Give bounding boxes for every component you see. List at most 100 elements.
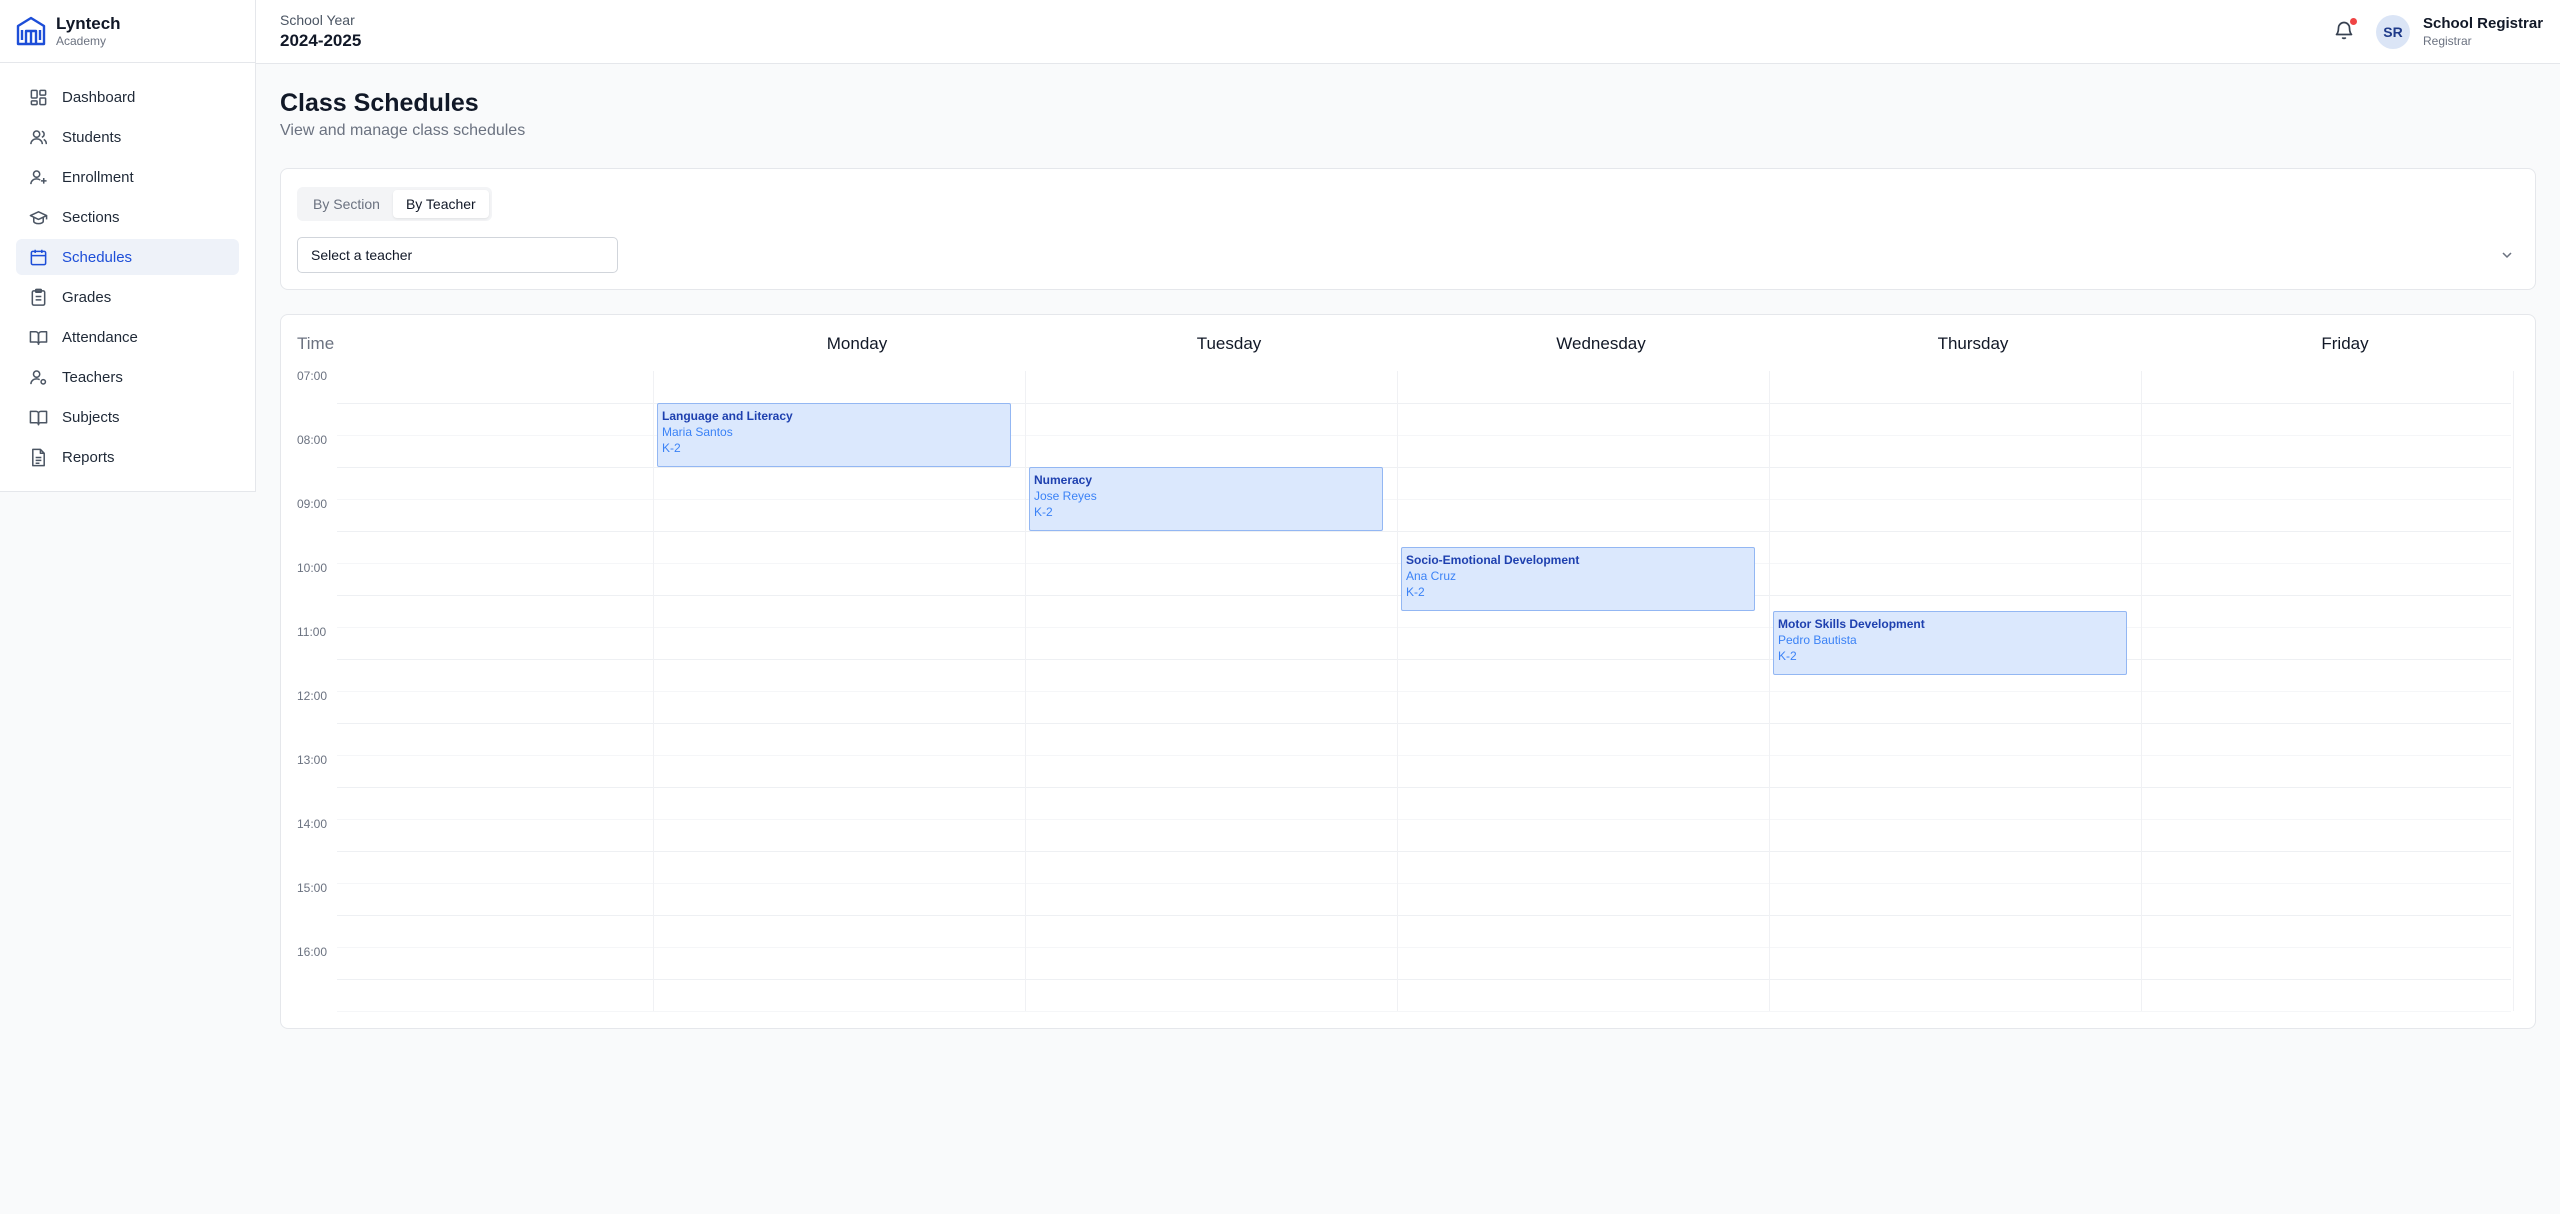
page-title: Class Schedules [280, 89, 479, 117]
event-teacher: Pedro Bautista [1778, 633, 1857, 647]
hour-label: 13:00 [297, 753, 328, 767]
dashboard-icon [28, 87, 48, 107]
sidebar-item-label: Reports [62, 448, 115, 466]
user-role: Registrar [2423, 34, 2472, 48]
top-bar: School Year 2024-2025 SR School Registra… [256, 0, 2560, 64]
hour-label: 10:00 [297, 561, 328, 575]
sidebar-item-dashboard[interactable]: Dashboard [16, 79, 239, 115]
schedule-event[interactable]: Socio-Emotional Development Ana Cruz K-2 [1401, 547, 1755, 611]
day-header-wednesday: Wednesday [1556, 334, 1646, 353]
hour-label: 15:00 [297, 881, 328, 895]
file-text-icon [28, 447, 48, 467]
sidebar-item-reports[interactable]: Reports [16, 439, 239, 475]
calendar-icon [28, 247, 48, 267]
event-teacher: Maria Santos [662, 425, 733, 439]
sidebar-item-sections[interactable]: Sections [16, 199, 239, 235]
chevron-down-icon[interactable] [2499, 247, 2515, 263]
notification-dot [2350, 18, 2357, 25]
hour-gridline [337, 691, 2511, 692]
sidebar-item-label: Schedules [62, 248, 133, 266]
day-divider [1397, 371, 1398, 1011]
day-divider [1769, 371, 1770, 1011]
brand[interactable]: Lyntech Academy [0, 0, 255, 63]
page-subtitle: View and manage class schedules [280, 122, 526, 139]
event-grade: K-2 [1034, 505, 1053, 519]
event-grade: K-2 [662, 441, 681, 455]
teacher-select[interactable]: Select a teacher [297, 237, 618, 273]
clipboard-icon [28, 287, 48, 307]
schedule-event[interactable]: Numeracy Jose Reyes K-2 [1029, 467, 1383, 531]
half-hour-gridline [337, 467, 2511, 468]
brand-sub: Academy [56, 34, 107, 48]
sidebar-nav: Dashboard Students Enrollment Sections S… [0, 63, 255, 495]
sidebar-item-label: Dashboard [62, 88, 136, 106]
user-plus-icon [28, 167, 48, 187]
sidebar-item-label: Students [62, 128, 122, 146]
sidebar-item-subjects[interactable]: Subjects [16, 399, 239, 435]
event-teacher: Jose Reyes [1034, 489, 1097, 503]
hour-gridline [337, 1011, 2511, 1012]
user-cog-icon [28, 367, 48, 387]
day-header-tuesday: Tuesday [1196, 334, 1262, 353]
hour-gridline [337, 819, 2511, 820]
sidebar-item-label: Subjects [62, 408, 120, 426]
day-divider [1025, 371, 1026, 1011]
sidebar-item-enrollment[interactable]: Enrollment [16, 159, 239, 195]
sidebar-item-schedules[interactable]: Schedules [16, 239, 239, 275]
book-open-icon [28, 327, 48, 347]
hour-label: 07:00 [297, 369, 328, 383]
day-divider [653, 371, 654, 1011]
event-grade: K-2 [1406, 585, 1425, 599]
hour-gridline [337, 755, 2511, 756]
sidebar-item-label: Sections [62, 208, 120, 226]
sidebar-item-label: Attendance [62, 328, 138, 346]
schedule-calendar: Time Monday Tuesday Wednesday Thursday Frida… [280, 314, 2536, 1029]
event-teacher: Ana Cruz [1406, 569, 1457, 583]
hour-gridline [337, 627, 2511, 628]
hour-label: 16:00 [297, 945, 328, 959]
tab-by-teacher[interactable]: By Teacher [392, 190, 489, 218]
half-hour-gridline [337, 787, 2511, 788]
half-hour-gridline [337, 915, 2511, 916]
graduation-cap-icon [28, 207, 48, 227]
half-hour-gridline [337, 851, 2511, 852]
avatar[interactable]: SR [2376, 15, 2410, 49]
filter-card: By Section By Teacher Select a teacher [280, 168, 2536, 290]
sidebar-item-attendance[interactable]: Attendance [16, 319, 239, 355]
school-year-label: School Year [280, 12, 355, 28]
sidebar-item-label: Enrollment [62, 168, 134, 186]
book-icon [28, 407, 48, 427]
event-title: Numeracy [1034, 473, 1093, 487]
sidebar-item-teachers[interactable]: Teachers [16, 359, 239, 395]
day-divider [2513, 371, 2514, 1011]
hour-gridline [337, 499, 2511, 500]
hour-gridline [337, 947, 2511, 948]
event-title: Socio-Emotional Development [1406, 553, 1580, 567]
day-header-monday: Monday [826, 334, 888, 353]
user-name[interactable]: School Registrar [2423, 15, 2543, 32]
tab-by-section[interactable]: By Section [300, 190, 393, 218]
half-hour-gridline [337, 531, 2511, 532]
school-logo-icon [14, 14, 48, 48]
day-header-thursday: Thursday [1937, 334, 2009, 353]
time-column-header: Time [297, 334, 335, 353]
half-hour-gridline [337, 979, 2511, 980]
sidebar-item-label: Teachers [62, 368, 123, 386]
sidebar-item-grades[interactable]: Grades [16, 279, 239, 315]
hour-label: 12:00 [297, 689, 328, 703]
event-grade: K-2 [1778, 649, 1797, 663]
half-hour-gridline [337, 659, 2511, 660]
event-title: Language and Literacy [662, 409, 793, 423]
brand-name: Lyntech [56, 14, 121, 33]
schedule-event[interactable]: Language and Literacy Maria Santos K-2 [657, 403, 1011, 467]
schedule-event[interactable]: Motor Skills Development Pedro Bautista K-… [1773, 611, 2127, 675]
half-hour-gridline [337, 723, 2511, 724]
sidebar-item-label: Grades [62, 288, 112, 306]
hour-label: 11:00 [297, 625, 327, 639]
school-year-value: 2024-2025 [280, 31, 362, 50]
sidebar: Lyntech Academy Dashboard Students Enrol… [0, 0, 256, 492]
sidebar-item-students[interactable]: Students [16, 119, 239, 155]
users-icon [28, 127, 48, 147]
event-title: Motor Skills Development [1778, 617, 1925, 631]
hour-label: 14:00 [297, 817, 328, 831]
